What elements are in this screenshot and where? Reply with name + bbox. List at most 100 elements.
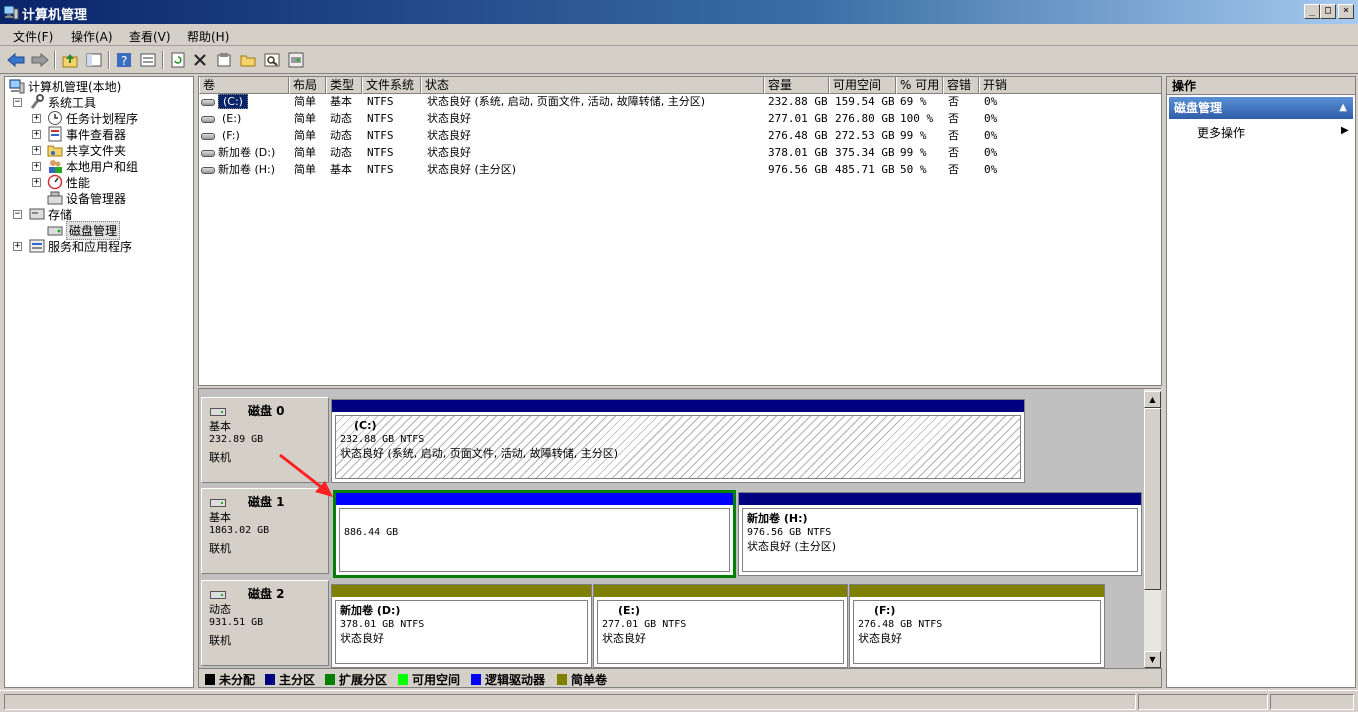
expand-toggle[interactable]: + [13, 242, 22, 251]
simple-volume-bar [332, 585, 591, 597]
toolbar: ? [0, 46, 1358, 74]
tree-item-device-manager[interactable]: 设备管理器 [47, 190, 126, 206]
column-header-type[interactable]: 类型 [326, 77, 362, 94]
properties-view-icon[interactable] [138, 50, 158, 70]
status-panel-2 [1138, 694, 1268, 710]
help-icon[interactable]: ? [114, 50, 134, 70]
status-bar [0, 690, 1358, 712]
menu-view[interactable]: 查看(V) [129, 28, 171, 45]
tree-item-services[interactable]: 服务和应用程序 [29, 238, 132, 254]
scroll-up-icon[interactable]: ▲ [1144, 391, 1161, 408]
maximize-button[interactable]: □ [1320, 4, 1336, 19]
chevron-right-icon: ▶ [1341, 125, 1349, 136]
computer-icon [9, 78, 25, 94]
disk-icon [210, 406, 226, 416]
disk-pane-scrollbar[interactable]: ▲ ▼ [1144, 388, 1161, 668]
legend-unallocated: 未分配 [205, 671, 255, 688]
drive-icon [201, 166, 215, 174]
legend-free-space: 可用空间 [398, 671, 460, 688]
tree-item-task-scheduler[interactable]: 任务计划程序 [47, 110, 138, 126]
tree-item-shared-folders[interactable]: 共享文件夹 [47, 142, 126, 158]
rescan-disks-icon[interactable] [286, 50, 306, 70]
free-space-bar [336, 493, 733, 505]
title-bar: 计算机管理 _ □ × [0, 0, 1358, 24]
menu-file[interactable]: 文件(F) [13, 28, 53, 45]
status-panel-main [4, 694, 1136, 710]
drive-icon [201, 115, 215, 123]
properties-icon[interactable] [214, 50, 234, 70]
disk-graphical-view: 磁盘 0 基本 232.89 GB 联机 (C:) 232.88 GB NTFS… [198, 388, 1144, 668]
disk-icon [210, 497, 226, 507]
delete-icon[interactable] [190, 50, 210, 70]
column-header-fault-tolerance[interactable]: 容错 [943, 77, 979, 94]
performance-icon [47, 174, 63, 190]
computer-management-icon [3, 4, 19, 20]
partition-c[interactable]: (C:) 232.88 GB NTFS 状态良好 (系统, 启动, 页面文件, … [331, 399, 1025, 483]
column-header-percent-free[interactable]: % 可用 [896, 77, 943, 94]
column-header-free-space[interactable]: 可用空间 [829, 77, 896, 94]
partition-e[interactable]: (E:) 277.01 GB NTFS 状态良好 [593, 584, 848, 668]
tree-item-local-users[interactable]: 本地用户和组 [47, 158, 138, 174]
tree-item-system-tools[interactable]: 系统工具 [29, 94, 96, 110]
legend-primary: 主分区 [265, 671, 315, 688]
event-log-icon [47, 126, 63, 142]
close-button[interactable]: × [1338, 4, 1354, 19]
svg-text:?: ? [121, 54, 127, 68]
disk-2-label[interactable]: 磁盘 2 动态 931.51 GB 联机 [201, 580, 329, 666]
menu-bar: 文件(F) 操作(A) 查看(V) 帮助(H) [0, 24, 1358, 46]
tree-item-disk-management[interactable]: 磁盘管理 [47, 220, 121, 240]
more-actions-link[interactable]: 更多操作 [1197, 124, 1245, 141]
scroll-down-icon[interactable]: ▼ [1144, 651, 1161, 668]
partition-f[interactable]: (F:) 276.48 GB NTFS 状态良好 [849, 584, 1105, 668]
shared-folder-icon [47, 142, 63, 158]
actions-section-disk-management[interactable]: 磁盘管理 ▲ [1169, 97, 1353, 119]
expand-toggle[interactable]: + [32, 114, 41, 123]
tools-icon [29, 94, 45, 110]
column-header-volume[interactable]: 卷 [199, 77, 289, 94]
partition-free-space[interactable]: 886.44 GB [333, 490, 736, 578]
tree-item-performance[interactable]: 性能 [47, 174, 90, 190]
actions-header: 操作 [1167, 77, 1355, 95]
legend: 未分配 主分区 扩展分区 可用空间 逻辑驱动器 简单卷 [198, 668, 1162, 688]
expand-toggle[interactable]: + [32, 162, 41, 171]
expand-toggle[interactable]: + [32, 130, 41, 139]
forward-arrow-icon[interactable] [30, 50, 50, 70]
column-header-layout[interactable]: 布局 [289, 77, 326, 94]
storage-icon [29, 206, 45, 222]
disk-management-icon [47, 222, 63, 238]
primary-partition-bar [739, 493, 1141, 505]
legend-simple-volume: 简单卷 [557, 671, 607, 688]
column-header-status[interactable]: 状态 [421, 77, 764, 94]
disk-icon [210, 589, 226, 599]
open-icon[interactable] [238, 50, 258, 70]
partition-d[interactable]: 新加卷 (D:) 378.01 GB NTFS 状态良好 [331, 584, 592, 668]
partition-h[interactable]: 新加卷 (H:) 976.56 GB NTFS 状态良好 (主分区) [738, 492, 1142, 576]
status-panel-3 [1270, 694, 1354, 710]
services-icon [29, 238, 45, 254]
column-header-overhead[interactable]: 开销 [979, 77, 1162, 94]
legend-extended: 扩展分区 [325, 671, 387, 688]
column-header-capacity[interactable]: 容量 [764, 77, 829, 94]
expand-toggle[interactable]: + [32, 146, 41, 155]
up-folder-icon[interactable] [60, 50, 80, 70]
collapse-toggle[interactable]: − [13, 98, 22, 107]
collapse-up-icon[interactable]: ▲ [1339, 97, 1347, 119]
search-icon[interactable] [262, 50, 282, 70]
collapse-toggle[interactable]: − [13, 210, 22, 219]
column-header-filesystem[interactable]: 文件系统 [362, 77, 421, 94]
drive-icon [201, 132, 215, 140]
volume-list: 卷 布局 类型 文件系统 状态 容量 可用空间 % 可用 容错 开销 (C:) … [198, 76, 1162, 386]
minimize-button[interactable]: _ [1304, 4, 1320, 19]
primary-partition-bar [332, 400, 1024, 412]
menu-help[interactable]: 帮助(H) [187, 28, 229, 45]
scroll-thumb[interactable] [1144, 408, 1161, 590]
back-arrow-icon[interactable] [6, 50, 26, 70]
menu-action[interactable]: 操作(A) [71, 28, 113, 45]
tree-item-event-viewer[interactable]: 事件查看器 [47, 126, 126, 142]
expand-toggle[interactable]: + [32, 178, 41, 187]
refresh-icon[interactable] [168, 50, 188, 70]
show-hide-tree-icon[interactable] [84, 50, 104, 70]
clock-icon [47, 110, 63, 126]
simple-volume-bar [850, 585, 1104, 597]
tree-item-computer-management[interactable]: 计算机管理(本地) [9, 78, 121, 94]
